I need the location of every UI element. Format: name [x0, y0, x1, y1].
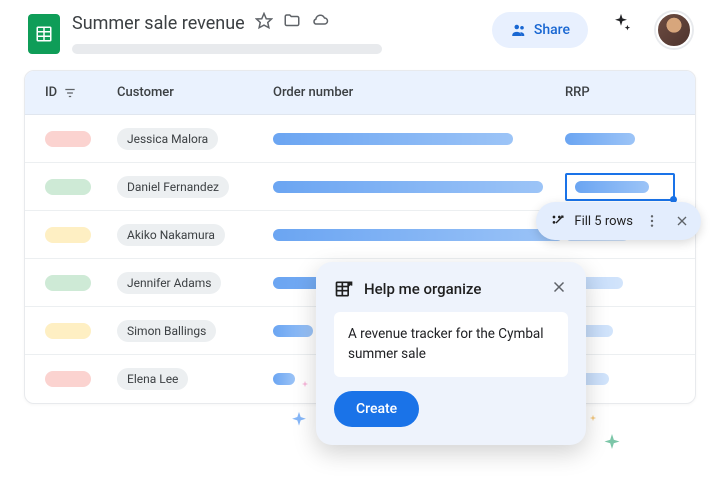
sparkle-icon[interactable] — [610, 12, 632, 38]
cloud-icon[interactable] — [311, 12, 329, 34]
order-value-bar — [273, 181, 543, 193]
close-icon[interactable] — [550, 278, 568, 300]
order-value-bar — [273, 133, 513, 145]
customer-chip[interactable]: Akiko Nakamura — [117, 224, 225, 246]
customer-chip[interactable]: Elena Lee — [117, 368, 188, 390]
star-icon[interactable] — [255, 12, 273, 34]
sparkle-decor-icon — [588, 414, 598, 424]
column-header-customer[interactable]: Customer — [117, 85, 273, 100]
order-value-bar — [273, 325, 313, 337]
sparkle-decor-icon — [300, 380, 310, 390]
user-avatar[interactable] — [656, 12, 692, 48]
prompt-input[interactable]: A revenue tracker for the Cymbal summer … — [334, 312, 568, 377]
fill-rows-chip: Fill 5 rows — [536, 202, 701, 240]
sparkle-decor-icon — [288, 410, 310, 432]
order-value-bar — [273, 373, 295, 385]
customer-chip[interactable]: Jessica Malora — [117, 128, 218, 150]
close-chip-icon[interactable] — [671, 210, 693, 232]
menu-bar-placeholder — [72, 44, 382, 54]
id-pill — [45, 275, 91, 291]
people-icon — [510, 21, 528, 39]
help-me-organize-card: Help me organize A revenue tracker for t… — [316, 262, 586, 445]
id-pill — [45, 371, 91, 387]
rrp-value-bar — [565, 133, 635, 145]
table-row[interactable]: Jessica Malora — [25, 115, 695, 163]
more-icon[interactable] — [641, 210, 663, 232]
customer-chip[interactable]: Jennifer Adams — [117, 272, 221, 294]
id-pill — [45, 131, 91, 147]
customer-chip[interactable]: Daniel Fernandez — [117, 176, 229, 198]
id-pill — [45, 323, 91, 339]
fill-rows-label[interactable]: Fill 5 rows — [574, 214, 633, 229]
id-pill — [45, 179, 91, 195]
id-pill — [45, 227, 91, 243]
sheets-logo — [28, 14, 60, 54]
document-title[interactable]: Summer sale revenue — [72, 13, 245, 34]
selected-cell[interactable] — [565, 173, 675, 201]
folder-icon[interactable] — [283, 12, 301, 34]
sparkle-decor-icon — [600, 432, 624, 456]
create-button[interactable]: Create — [334, 391, 419, 427]
organize-icon — [334, 279, 354, 299]
customer-chip[interactable]: Simon Ballings — [117, 320, 216, 342]
card-title: Help me organize — [364, 280, 540, 298]
column-header-id[interactable]: ID — [25, 85, 117, 100]
filter-icon — [63, 86, 77, 100]
share-button[interactable]: Share — [492, 12, 588, 48]
wand-icon — [550, 213, 566, 229]
rrp-value-bar — [575, 181, 649, 193]
column-header-order[interactable]: Order number — [273, 85, 565, 100]
share-label: Share — [534, 22, 570, 38]
column-header-rrp[interactable]: RRP — [565, 85, 695, 100]
table-header: ID Customer Order number RRP — [25, 71, 695, 115]
order-value-bar — [273, 229, 563, 241]
